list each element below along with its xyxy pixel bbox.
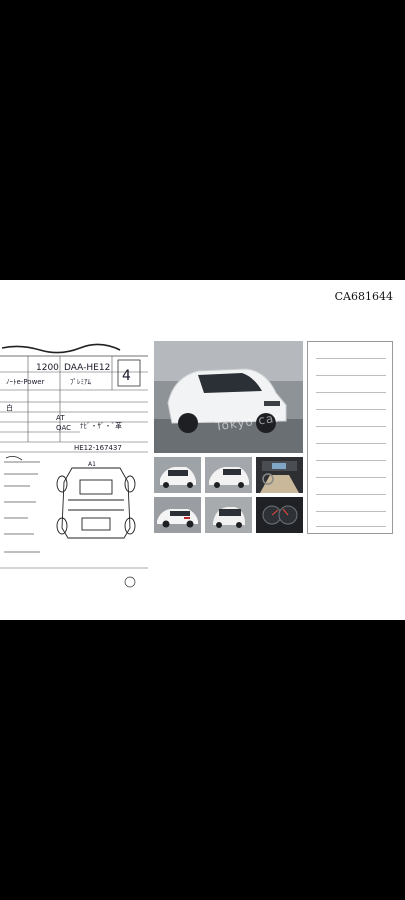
trim-note: ﾌﾟﾚﾐｱﾑ: [70, 378, 91, 386]
thumb-rear-view[interactable]: [205, 497, 252, 533]
notes-value: ﾅﾋﾞ・ｻﾞ・ﾞ革: [80, 421, 122, 430]
top-black-bar: [0, 0, 405, 280]
chassis-value: HE12-167437: [74, 444, 122, 452]
color-code-value: QAC: [56, 424, 71, 432]
notes-line: [316, 375, 386, 376]
notes-sheet: [307, 341, 393, 534]
auction-document: CA681644 1200 DAA-HE12 ﾉｰﾄe-Power ﾌﾟﾚﾐｱﾑ: [0, 280, 405, 620]
thumb-gauge-cluster[interactable]: [256, 497, 303, 533]
lot-code: CA681644: [334, 290, 393, 303]
notes-line: [316, 358, 386, 359]
thumb-gauge-image: [256, 497, 303, 533]
thumb-rear-image: [205, 457, 252, 493]
notes-line: [316, 526, 386, 527]
thumb-interior-image: [256, 457, 303, 493]
inspector-mark: A1: [88, 461, 96, 468]
thumb-front-view[interactable]: [154, 457, 201, 493]
main-car-photo[interactable]: [154, 341, 303, 453]
inspection-form: 1200 DAA-HE12 ﾉｰﾄe-Power ﾌﾟﾚﾐｱﾑ 4 白 AT Q…: [0, 342, 150, 600]
notes-line: [316, 494, 386, 495]
color-value: 白: [6, 403, 13, 412]
displacement-value: 1200: [36, 363, 59, 373]
grade-value: ﾉｰﾄe-Power: [6, 378, 45, 386]
thumb-front-image: [154, 457, 201, 493]
notes-line: [316, 443, 386, 444]
notes-line: [316, 409, 386, 410]
inspection-form-drawing: 1200 DAA-HE12 ﾉｰﾄe-Power ﾌﾟﾚﾐｱﾑ 4 白 AT Q…: [0, 343, 148, 588]
model-code-value: DAA-HE12: [64, 363, 110, 373]
score-value: 4: [122, 368, 131, 384]
thumb-interior-dashboard[interactable]: [256, 457, 303, 493]
notes-line: [316, 426, 386, 427]
notes-line: [316, 392, 386, 393]
thumb-rear-three-quarter[interactable]: [205, 457, 252, 493]
notes-line: [316, 477, 386, 478]
notes-line: [316, 460, 386, 461]
transmission-value: AT: [56, 414, 65, 422]
car-damage-diagram: [56, 467, 136, 539]
thumb-side-view[interactable]: [154, 497, 201, 533]
main-car-image: [154, 341, 303, 453]
notes-line: [316, 511, 386, 512]
bottom-black-bar: [0, 620, 405, 900]
thumb-side-image: [154, 497, 201, 533]
thumb-rear-view-image: [205, 497, 252, 533]
